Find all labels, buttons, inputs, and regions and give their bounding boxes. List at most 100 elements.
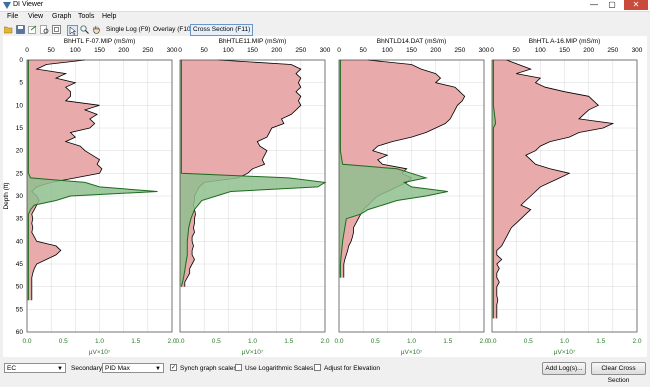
menu-graph[interactable]: Graph [52, 13, 71, 20]
y-tick-label: 20 [16, 148, 24, 155]
save-icon[interactable] [16, 25, 25, 34]
toolbar: Single Log (F9) Overlay (F10) Cross Sect… [0, 23, 650, 36]
y-tick-label: 50 [16, 284, 24, 291]
chart-panel-1: BhHTL F-07.MIP (mS/m)0 50 100 150 200 250 3000… [3, 38, 178, 356]
chart-title: BhNTLD14.DAT (mS/m) [377, 38, 446, 45]
x-top-tick-label: 100 [382, 47, 393, 54]
y-tick-label: 35 [16, 216, 24, 223]
menu-tools[interactable]: Tools [78, 13, 94, 20]
x-top-tick-label: 100 [535, 47, 546, 54]
chart-panel-3: BhNTLD14.DAT (mS/m) 0 50 100 150 200 250 300 0.0… [334, 38, 489, 356]
x-top-tick-label: 200 [118, 47, 129, 54]
x-bottom-axis-label: µV×10⁷ [242, 349, 264, 356]
x-bottom-axis-label: µV×10⁷ [401, 349, 423, 356]
primary-channel-select[interactable]: EC ▼ [4, 363, 66, 373]
menu-help[interactable]: Help [102, 13, 116, 20]
x-bottom-tick-label: 2.0 [632, 338, 641, 345]
x-top-tick-label: 250 [454, 47, 465, 54]
chart-panel-4: BhHTL A-16.MIP (mS/m) 0 50 100 150 200 250 300 0… [487, 38, 642, 356]
x-bottom-tick-label: 2.0 [320, 338, 329, 345]
zoom-icon[interactable] [80, 25, 89, 34]
x-bottom-tick-label: 0.0 [334, 338, 343, 345]
minimize-button[interactable]: — [586, 0, 602, 10]
chart-title: BhHTLE11.MIP (mS/m) [219, 38, 287, 45]
x-bottom-tick-label: 0.5 [524, 338, 533, 345]
x-bottom-tick-label: 1.0 [407, 338, 416, 345]
x-top-tick-label: 300 [167, 47, 178, 54]
x-top-tick-label: 50 [201, 47, 209, 54]
secondary-channel-value: PID Max [105, 365, 130, 372]
single-log-button[interactable]: Single Log (F9) [103, 24, 153, 36]
window-title: DI Viewer [13, 1, 44, 8]
pan-hand-icon[interactable] [92, 25, 101, 34]
x-bottom-tick-label: 0.5 [59, 338, 68, 345]
y-tick-label: 30 [16, 193, 24, 200]
x-top-tick-label: 100 [223, 47, 234, 54]
log-scales-label: Use Logarithmic Scales [245, 365, 314, 372]
pointer-icon [69, 26, 77, 35]
x-top-tick-label: 150 [406, 47, 417, 54]
title-bar: DI Viewer — ▢ ✕ [0, 0, 650, 12]
x-bottom-tick-label: 0.0 [175, 338, 184, 345]
dropdown-arrow-icon: ▼ [57, 366, 63, 372]
x-bottom-axis-label: µV×10⁷ [89, 349, 111, 356]
menu-bar: File View Graph Tools Help [0, 12, 650, 22]
ec-area [492, 60, 613, 319]
y-tick-label: 5 [19, 80, 23, 87]
app-icon [3, 2, 11, 9]
menu-file[interactable]: File [7, 13, 18, 20]
overlay-button[interactable]: Overlay (F10) [150, 24, 196, 36]
primary-channel-value: EC [7, 365, 17, 372]
x-top-tick-label: 250 [295, 47, 306, 54]
x-top-tick-label: 0 [337, 47, 341, 54]
x-top-tick-label: 50 [48, 47, 56, 54]
x-bottom-tick-label: 1.5 [596, 338, 605, 345]
x-top-tick-label: 200 [430, 47, 441, 54]
x-top-tick-label: 50 [513, 47, 521, 54]
x-top-tick-label: 250 [142, 47, 153, 54]
chart-panel-2: BhHTLE11.MIP (mS/m) 0 50 100 150 200 250 300 0.0… [175, 38, 330, 356]
x-top-tick-label: 150 [559, 47, 570, 54]
status-controls: EC ▼ Secondary: PID Max ▼ ✓ Synch graph … [0, 359, 650, 386]
y-tick-label: 40 [16, 238, 24, 245]
y-tick-label: 45 [16, 261, 24, 268]
log-scales-checkbox[interactable] [235, 364, 242, 371]
y-tick-label: 55 [16, 306, 24, 313]
cross-section-button[interactable]: Cross Section (F11) [190, 24, 254, 36]
y-tick-label: 60 [16, 329, 24, 336]
x-bottom-tick-label: 0.0 [487, 338, 496, 345]
x-top-tick-label: 300 [320, 47, 331, 54]
adjust-elevation-checkbox[interactable] [314, 364, 321, 371]
x-bottom-tick-label: 1.5 [284, 338, 293, 345]
x-top-tick-label: 150 [247, 47, 258, 54]
x-top-tick-label: 0 [178, 47, 182, 54]
x-bottom-tick-label: 0.5 [212, 338, 221, 345]
cross-section-charts[interactable]: BhHTL F-07.MIP (mS/m)0 50 100 150 200 250 3000… [3, 36, 647, 357]
x-top-tick-label: 150 [94, 47, 105, 54]
fit-view-icon[interactable] [52, 25, 61, 34]
y-axis-label: Depth (ft) [3, 182, 10, 209]
synch-scales-checkbox[interactable]: ✓ [170, 364, 177, 371]
x-top-tick-label: 200 [583, 47, 594, 54]
x-bottom-tick-label: 1.0 [560, 338, 569, 345]
x-top-tick-label: 300 [632, 47, 643, 54]
maximize-button[interactable]: ▢ [604, 0, 620, 10]
print-preview-icon[interactable] [40, 25, 49, 34]
x-bottom-tick-label: 1.0 [248, 338, 257, 345]
adjust-elevation-label: Adjust for Elevation [324, 365, 381, 372]
close-button[interactable]: ✕ [624, 0, 648, 10]
add-logs-button[interactable]: Add Log(s)... [542, 362, 586, 375]
x-top-tick-label: 300 [479, 47, 490, 54]
y-tick-label: 15 [16, 125, 24, 132]
chart-title: BhHTL F-07.MIP (mS/m) [64, 38, 136, 45]
menu-view[interactable]: View [28, 13, 43, 20]
x-bottom-tick-label: 1.0 [95, 338, 104, 345]
secondary-label: Secondary: [71, 365, 104, 372]
x-bottom-tick-label: 0.0 [22, 338, 31, 345]
export-icon[interactable] [28, 25, 37, 34]
pointer-tool[interactable] [67, 25, 78, 36]
open-folder-icon[interactable] [4, 25, 13, 34]
y-tick-label: 10 [16, 102, 24, 109]
clear-cross-section-button[interactable]: Clear Cross Section [591, 362, 646, 384]
secondary-channel-select[interactable]: PID Max ▼ [102, 363, 164, 373]
